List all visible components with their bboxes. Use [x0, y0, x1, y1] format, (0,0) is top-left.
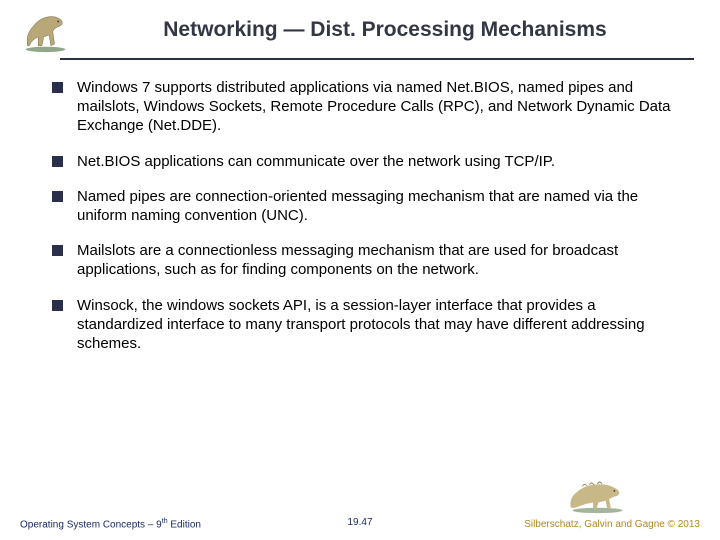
bullet-square-icon [52, 300, 63, 311]
bullet-item: Windows 7 supports distributed applicati… [52, 78, 680, 136]
slide-header: Networking — Dist. Processing Mechanisms [0, 0, 720, 52]
footer-page: 19.47 [347, 517, 372, 528]
dinosaur-right-icon [565, 474, 630, 514]
slide-footer: Operating System Concepts – 9th Edition … [0, 518, 720, 530]
bullet-square-icon [52, 82, 63, 93]
dinosaur-left-icon [18, 8, 73, 53]
bullet-text: Mailslots are a connectionless messaging… [77, 241, 680, 279]
bullet-item: Named pipes are connection-oriented mess… [52, 187, 680, 225]
bullet-text: Named pipes are connection-oriented mess… [77, 187, 680, 225]
slide-content: Windows 7 supports distributed applicati… [0, 60, 720, 353]
bullet-item: Net.BIOS applications can communicate ov… [52, 152, 680, 171]
bullet-square-icon [52, 156, 63, 167]
bullet-text: Windows 7 supports distributed applicati… [77, 78, 680, 136]
slide-title: Networking — Dist. Processing Mechanisms [80, 18, 700, 42]
bullet-item: Winsock, the windows sockets API, is a s… [52, 296, 680, 354]
bullet-square-icon [52, 245, 63, 256]
footer-left: Operating System Concepts – 9th Edition [20, 518, 201, 530]
footer-edition: Edition [168, 519, 201, 530]
bullet-text: Winsock, the windows sockets API, is a s… [77, 296, 680, 354]
bullet-item: Mailslots are a connectionless messaging… [52, 241, 680, 279]
bullet-square-icon [52, 191, 63, 202]
footer-book: Operating System Concepts – 9 [20, 519, 162, 530]
footer-copyright: Silberschatz, Galvin and Gagne © 2013 [524, 519, 700, 530]
bullet-text: Net.BIOS applications can communicate ov… [77, 152, 555, 171]
